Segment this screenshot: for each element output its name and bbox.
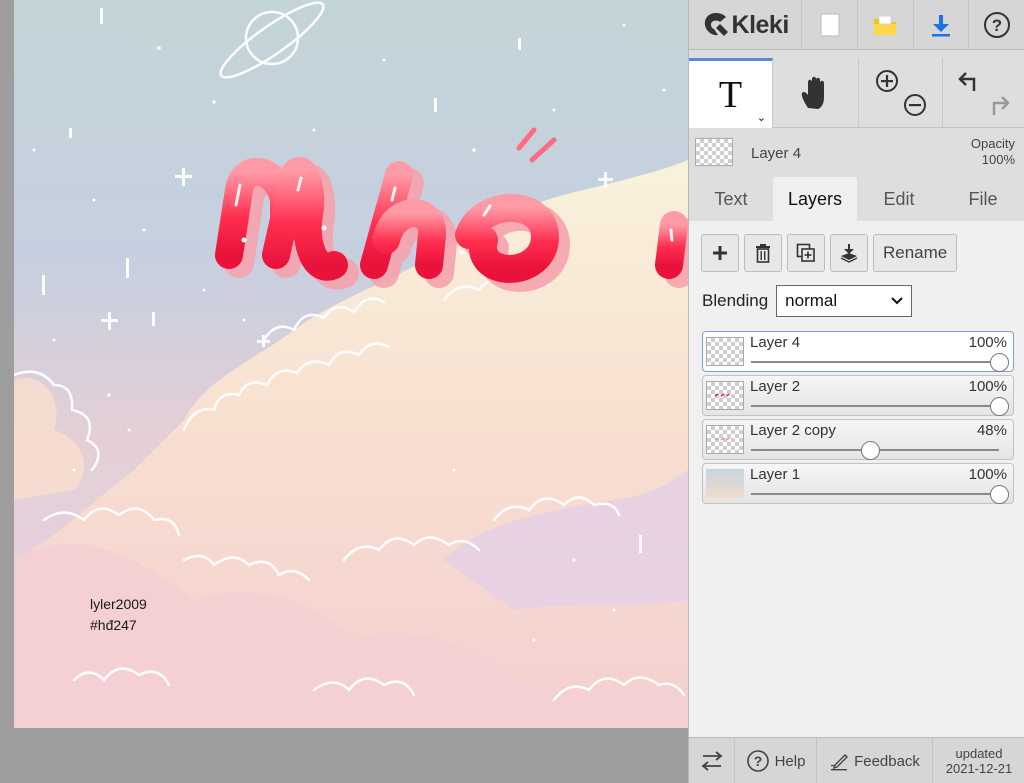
- layer-toolbar: Rename: [701, 234, 958, 272]
- help-icon: ?: [984, 12, 1011, 38]
- signature-line-2: #hđ247: [90, 617, 137, 633]
- layer-name: Layer 4: [750, 334, 801, 351]
- svg-text:?: ?: [753, 753, 762, 769]
- blending-mode-value: normal: [785, 291, 838, 310]
- updated-info[interactable]: updated 2021-12-21: [933, 738, 1024, 783]
- layer-thumbnail: [706, 381, 744, 410]
- help-button[interactable]: ?: [969, 0, 1024, 50]
- zoom-in-icon[interactable]: [875, 70, 898, 92]
- updated-label: updated: [955, 746, 1003, 761]
- delete-layer-button[interactable]: [744, 234, 782, 272]
- current-layer-name: Layer 4: [751, 145, 802, 162]
- help-label: Help: [774, 752, 806, 770]
- hand-icon: [801, 76, 824, 109]
- download-button[interactable]: [914, 0, 970, 50]
- tab-layers[interactable]: Layers: [773, 177, 857, 221]
- logo-text: Kleki: [731, 10, 790, 39]
- current-layer-opacity: Opacity 100%: [971, 136, 1015, 168]
- text-tool-button[interactable]: T ⌄: [689, 58, 773, 128]
- zoom-out-icon[interactable]: [903, 94, 926, 116]
- layer-opacity-slider[interactable]: [751, 397, 1009, 416]
- slider-knob[interactable]: [861, 441, 881, 460]
- layer-item[interactable]: Layer 2 100%: [702, 375, 1014, 416]
- layer-item[interactable]: Layer 1 100%: [702, 463, 1014, 504]
- canvas-area[interactable]: lyler2009 #hđ247: [0, 0, 688, 783]
- undo-redo-tools: [943, 58, 1024, 128]
- undo-redo-icons: [958, 72, 1010, 115]
- text-tool-icon: T: [718, 73, 743, 116]
- plus-icon: [713, 246, 727, 260]
- layers-pane: Rename Blending normal Layer 4 100% Laye…: [689, 221, 1024, 737]
- layer-opacity-slider[interactable]: [751, 353, 1009, 372]
- tab-file[interactable]: File: [941, 177, 1024, 221]
- feedback-link[interactable]: Feedback: [817, 738, 933, 783]
- current-layer-thumbnail: [695, 138, 733, 166]
- panel-tabs: Text Layers Edit File: [689, 177, 1024, 221]
- duplicate-icon: [796, 243, 815, 262]
- layer-opacity: 100%: [968, 334, 1007, 351]
- download-icon: [932, 15, 950, 37]
- feedback-pen-icon: [831, 754, 849, 771]
- slider-knob[interactable]: [990, 485, 1009, 504]
- layer-opacity: 48%: [976, 422, 1007, 439]
- blending-label: Blending: [702, 291, 769, 310]
- chevron-down-icon[interactable]: ⌄: [757, 111, 766, 124]
- redo-icon[interactable]: [992, 96, 1010, 115]
- kleki-logo-icon: [704, 13, 728, 36]
- open-file-button[interactable]: [858, 0, 914, 50]
- swap-side-button[interactable]: [689, 738, 735, 783]
- opacity-value: 100%: [981, 152, 1015, 167]
- swap-arrows-icon: [701, 751, 722, 771]
- layer-thumbnail: [706, 425, 744, 454]
- layer-thumbnail: [706, 337, 744, 366]
- merge-down-button[interactable]: [830, 234, 868, 272]
- undo-icon[interactable]: [958, 72, 976, 91]
- svg-text:?: ?: [992, 16, 1002, 35]
- zoom-icons: [875, 70, 926, 116]
- add-layer-button[interactable]: [701, 234, 739, 272]
- opacity-label: Opacity: [970, 136, 1015, 151]
- slider-knob[interactable]: [990, 397, 1009, 416]
- kleki-app: lyler2009 #hđ247 Kleki ? T ⌄ Layer 4 Opa…: [0, 0, 1024, 783]
- layer-opacity-slider[interactable]: [751, 441, 999, 460]
- updated-date: 2021-12-21: [945, 761, 1013, 776]
- blending-mode-select[interactable]: normal: [776, 285, 913, 317]
- layer-thumbnail: [706, 469, 744, 498]
- top-bar: Kleki ?: [689, 0, 1024, 50]
- new-image-button[interactable]: [802, 0, 858, 50]
- side-panel: Kleki ? T ⌄ Layer 4 Opacity 100% Text La…: [688, 0, 1024, 783]
- new-image-icon: [820, 13, 840, 37]
- drawing-canvas[interactable]: lyler2009 #hđ247: [14, 0, 688, 728]
- rename-layer-button[interactable]: Rename: [873, 234, 958, 272]
- hand-tool-button[interactable]: [773, 58, 859, 128]
- tab-edit[interactable]: Edit: [857, 177, 941, 221]
- merge-down-icon: [840, 244, 858, 263]
- tool-row: T ⌄: [689, 58, 1024, 128]
- help-icon: ?: [746, 750, 769, 772]
- blending-row: Blending normal: [702, 285, 913, 317]
- tab-text[interactable]: Text: [689, 177, 773, 221]
- trash-icon: [756, 244, 770, 263]
- layer-item[interactable]: Layer 2 copy 48%: [702, 419, 1014, 460]
- duplicate-layer-button[interactable]: [787, 234, 825, 272]
- layer-list: Layer 4 100% Layer 2 100% Layer 2 copy 4…: [702, 331, 1014, 507]
- chevron-down-icon: [891, 297, 903, 305]
- slider-knob[interactable]: [990, 353, 1009, 372]
- layer-opacity: 100%: [968, 466, 1007, 483]
- layer-name: Layer 1: [750, 466, 801, 483]
- zoom-tools: [859, 58, 943, 128]
- artwork: lyler2009 #hđ247: [14, 0, 688, 728]
- kleki-logo[interactable]: Kleki: [689, 0, 803, 50]
- feedback-label: Feedback: [854, 752, 920, 770]
- bottom-bar: ? Help Feedback updated 2021-12-21: [689, 737, 1024, 783]
- layer-name: Layer 2 copy: [750, 422, 836, 439]
- help-link[interactable]: ? Help: [735, 738, 817, 783]
- layer-opacity: 100%: [968, 378, 1007, 395]
- signature-line-1: lyler2009: [90, 596, 147, 612]
- layer-name: Layer 2: [750, 378, 801, 395]
- current-layer-strip: Layer 4 Opacity 100%: [689, 130, 1024, 174]
- layer-opacity-slider[interactable]: [751, 485, 1009, 504]
- open-folder-icon: [874, 15, 897, 35]
- layer-item[interactable]: Layer 4 100%: [702, 331, 1014, 372]
